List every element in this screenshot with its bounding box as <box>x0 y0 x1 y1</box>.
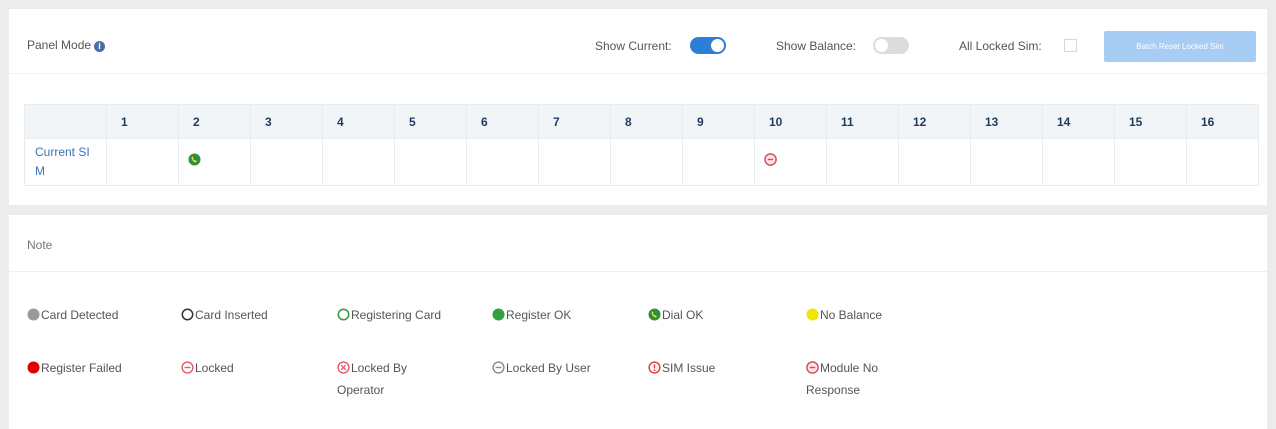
show-current-toggle[interactable] <box>690 37 726 54</box>
port-cell-6[interactable] <box>466 138 539 186</box>
legend-label-line1: Locked By <box>351 361 408 375</box>
show-current-label: Show Current: <box>595 39 672 53</box>
legend-label: Locked By User <box>506 361 591 375</box>
port-header-3: 3 <box>250 104 323 139</box>
card-inserted-icon <box>181 308 194 321</box>
registering-card-icon <box>337 308 350 321</box>
port-cell-10[interactable] <box>754 138 827 186</box>
current-sim-row: Current SI M <box>24 138 1259 186</box>
toggle-knob <box>711 39 724 52</box>
port-header-5: 5 <box>394 104 467 139</box>
port-cell-11[interactable] <box>826 138 899 186</box>
locked-by-user-icon <box>492 361 505 374</box>
legend-label: Card Detected <box>41 308 119 322</box>
card-detected-icon <box>27 308 40 321</box>
port-cell-3[interactable] <box>250 138 323 186</box>
port-cell-7[interactable] <box>538 138 611 186</box>
port-header-6: 6 <box>466 104 539 139</box>
no-balance-icon <box>806 308 819 321</box>
legend-no-balance: No Balance <box>806 304 882 326</box>
port-cell-2[interactable] <box>178 138 251 186</box>
legend-register-failed: Register Failed <box>27 357 122 379</box>
module-no-response-icon <box>806 361 819 374</box>
port-header-9: 9 <box>682 104 755 139</box>
port-cell-15[interactable] <box>1114 138 1187 186</box>
port-cell-8[interactable] <box>610 138 683 186</box>
port-cell-9[interactable] <box>682 138 755 186</box>
port-header-7: 7 <box>538 104 611 139</box>
note-title: Note <box>27 238 53 252</box>
legend-label: Card Inserted <box>195 308 268 322</box>
sim-issue-icon <box>648 361 661 374</box>
show-balance-toggle[interactable] <box>873 37 909 54</box>
legend-label: Register Failed <box>41 361 122 375</box>
port-cell-4[interactable] <box>322 138 395 186</box>
legend-label: Locked <box>195 361 234 375</box>
sim-port-grid: 1 2 3 4 5 6 7 8 9 10 11 12 13 14 15 16 C… <box>24 104 1259 186</box>
register-failed-icon <box>27 361 40 374</box>
row-label-line1: Current SI <box>35 145 90 159</box>
port-header-13: 13 <box>970 104 1043 139</box>
legend-label-line1: Module No <box>820 361 879 375</box>
all-locked-sim-checkbox[interactable] <box>1064 39 1077 52</box>
register-ok-icon <box>492 308 505 321</box>
port-cell-1[interactable] <box>106 138 179 186</box>
show-balance-label: Show Balance: <box>776 39 857 53</box>
legend-label: Register OK <box>506 308 572 322</box>
legend-locked-by-user: Locked By User <box>492 357 591 379</box>
port-header-14: 14 <box>1042 104 1115 139</box>
port-cell-13[interactable] <box>970 138 1043 186</box>
module-no-response-icon[interactable] <box>764 153 777 166</box>
info-icon[interactable]: i <box>94 41 106 52</box>
port-cell-12[interactable] <box>898 138 971 186</box>
legend-dial-ok: Dial OK <box>648 304 703 326</box>
port-header-10: 10 <box>754 104 827 139</box>
port-cell-14[interactable] <box>1042 138 1115 186</box>
port-header-12: 12 <box>898 104 971 139</box>
port-header-11: 11 <box>826 104 899 139</box>
current-sim-row-label[interactable]: Current SI M <box>24 138 107 186</box>
legend-label: Registering Card <box>351 308 442 322</box>
note-header: Note <box>9 215 1267 272</box>
legend-sim-issue: SIM Issue <box>648 357 715 379</box>
legend-label-line2: Operator <box>337 383 385 397</box>
port-header-2: 2 <box>178 104 251 139</box>
port-header-8: 8 <box>610 104 683 139</box>
locked-by-operator-icon <box>337 361 350 374</box>
grid-header-row: 1 2 3 4 5 6 7 8 9 10 11 12 13 14 15 16 <box>24 104 1259 139</box>
batch-reset-locked-sim-button[interactable]: Batch Reset Locked Sim <box>1104 31 1256 62</box>
port-header-4: 4 <box>322 104 395 139</box>
toggle-knob <box>875 39 888 52</box>
grid-corner <box>24 104 107 139</box>
legend-locked-by-operator: Locked By Operator <box>337 357 407 401</box>
legend-label: Dial OK <box>662 308 704 322</box>
note-card: Note Card Detected Card Inserted Registe… <box>9 215 1267 429</box>
panel-header: Panel Mode i Show Current: Show Balance: … <box>9 9 1267 74</box>
legend-locked: Locked <box>181 357 234 379</box>
port-header-1: 1 <box>106 104 179 139</box>
legend-label-line2: Response <box>806 383 861 397</box>
port-header-16: 16 <box>1186 104 1259 139</box>
port-cell-5[interactable] <box>394 138 467 186</box>
row-label-line2: M <box>35 164 45 178</box>
panel-mode-card: Panel Mode i Show Current: Show Balance: … <box>9 9 1267 205</box>
panel-title-text: Panel Mode <box>27 38 92 52</box>
panel-title: Panel Mode i <box>27 38 106 52</box>
dial-ok-icon[interactable] <box>188 153 201 166</box>
locked-icon <box>181 361 194 374</box>
legend-label: No Balance <box>820 308 883 322</box>
legend-card-inserted: Card Inserted <box>181 304 268 326</box>
dial-ok-icon <box>648 308 661 321</box>
legend-registering-card: Registering Card <box>337 304 441 326</box>
legend-module-no-response: Module No Response <box>806 357 878 401</box>
all-locked-sim-label: All Locked Sim: <box>959 39 1042 53</box>
legend-card-detected: Card Detected <box>27 304 118 326</box>
port-header-15: 15 <box>1114 104 1187 139</box>
port-cell-16[interactable] <box>1186 138 1259 186</box>
legend-register-ok: Register OK <box>492 304 571 326</box>
legend-label: SIM Issue <box>662 361 716 375</box>
